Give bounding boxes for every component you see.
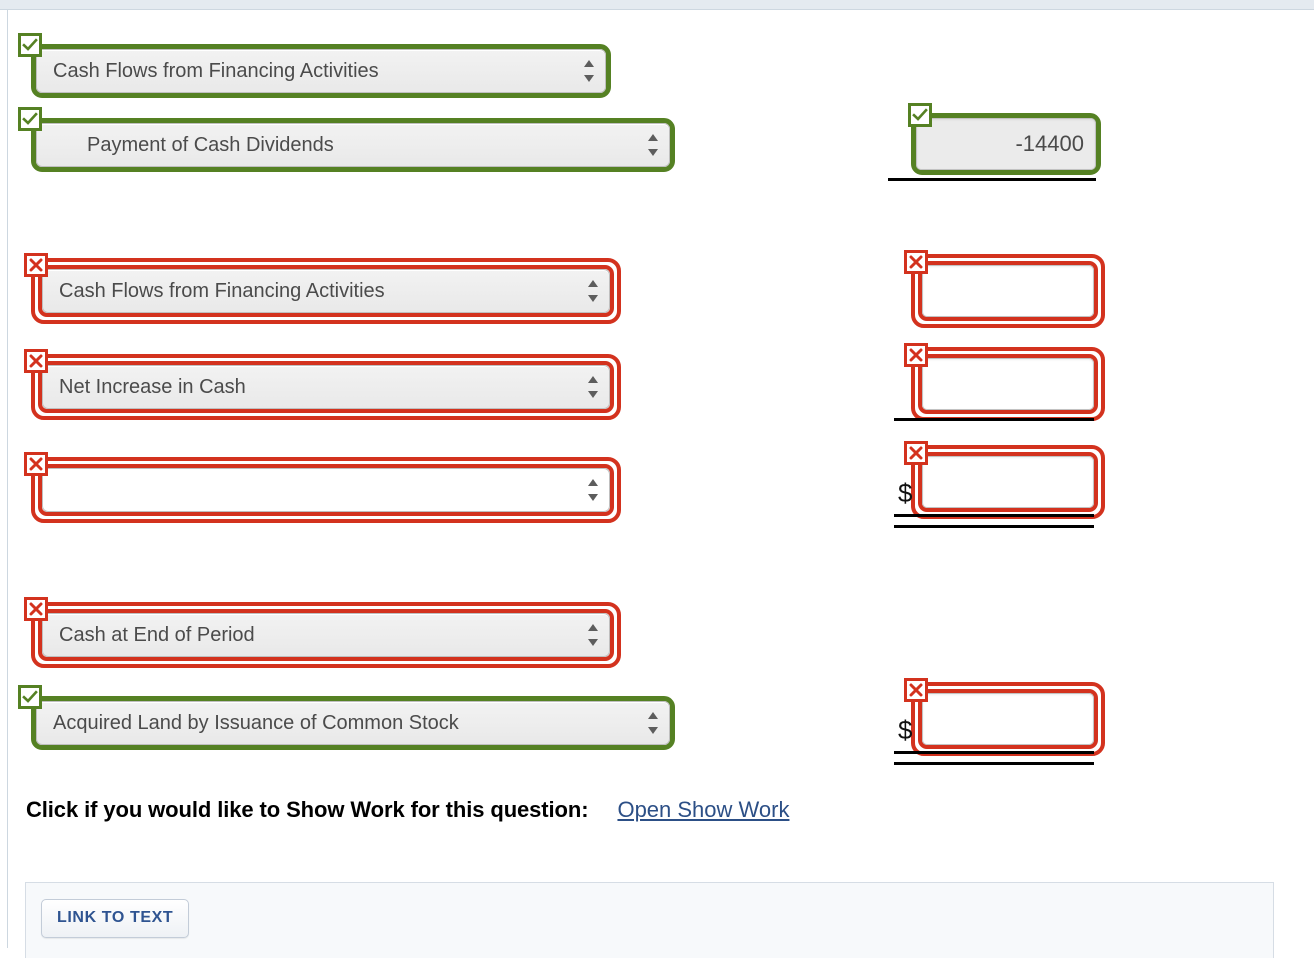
show-work-label: Click if you would like to Show Work for… <box>26 797 589 822</box>
row-payment-dividends-amount-input[interactable]: -14400 <box>916 118 1096 170</box>
open-show-work-link[interactable]: Open Show Work <box>617 797 789 823</box>
row-payment-dividends-select-value: Payment of Cash Dividends <box>87 133 334 156</box>
row-blank-select-total-double-rule <box>894 514 1094 528</box>
cross-icon <box>24 597 48 621</box>
select-spinner-arrows-icon[interactable] <box>587 280 598 302</box>
check-icon <box>18 685 42 709</box>
select-spinner-arrows-icon[interactable] <box>647 712 658 734</box>
row-acquired-land-total-double-rule <box>894 751 1094 765</box>
row-blank-select-select[interactable] <box>42 468 610 512</box>
cross-icon <box>24 452 48 476</box>
cross-icon <box>904 678 928 702</box>
check-icon <box>18 107 42 131</box>
row-financing-header-select-value: Cash Flows from Financing Activities <box>53 59 379 82</box>
cross-icon <box>904 343 928 367</box>
row-payment-dividends-subtotal-rule <box>888 178 1096 181</box>
row-net-cash-financing-amount-input[interactable] <box>922 265 1094 317</box>
row-net-increase-cash-select-value: Net Increase in Cash <box>59 375 246 398</box>
select-spinner-arrows-icon[interactable] <box>587 479 598 501</box>
bottom-toolbar-panel: LINK TO TEXT <box>25 882 1274 958</box>
row-net-cash-financing-select-value: Cash Flows from Financing Activities <box>59 279 385 302</box>
row-acquired-land-select-value: Acquired Land by Issuance of Common Stoc… <box>53 711 459 734</box>
row-cash-end-period-select[interactable]: Cash at End of Period <box>42 613 610 657</box>
row-net-increase-cash-amount-input[interactable] <box>922 358 1094 410</box>
row-financing-header-select[interactable]: Cash Flows from Financing Activities <box>36 49 606 93</box>
row-acquired-land-currency-symbol: $ <box>898 715 913 745</box>
link-to-text-button[interactable]: LINK TO TEXT <box>41 899 190 938</box>
row-net-cash-financing-select[interactable]: Cash Flows from Financing Activities <box>42 269 610 313</box>
select-spinner-arrows-icon[interactable] <box>583 60 594 82</box>
check-icon <box>18 33 42 57</box>
row-blank-select-amount-input[interactable] <box>922 456 1094 508</box>
row-payment-dividends-select[interactable]: Payment of Cash Dividends <box>36 123 670 167</box>
window-top-strip <box>0 0 1314 10</box>
row-payment-dividends-amount-value: -14400 <box>1015 131 1084 156</box>
select-spinner-arrows-icon[interactable] <box>647 134 658 156</box>
row-acquired-land-select[interactable]: Acquired Land by Issuance of Common Stoc… <box>36 701 670 745</box>
row-blank-select-currency-symbol: $ <box>898 478 913 508</box>
row-net-increase-cash-subtotal-rule <box>894 418 1094 421</box>
select-spinner-arrows-icon[interactable] <box>587 624 598 646</box>
cross-icon <box>24 349 48 373</box>
cross-icon <box>24 253 48 277</box>
answer-form-canvas: Cash Flows from Financing Activities Paym… <box>0 10 1314 958</box>
row-acquired-land-amount-input[interactable] <box>922 693 1094 745</box>
check-icon <box>908 103 932 127</box>
row-cash-end-period-select-value: Cash at End of Period <box>59 623 255 646</box>
show-work-row: Click if you would like to Show Work for… <box>26 797 789 823</box>
row-net-increase-cash-select[interactable]: Net Increase in Cash <box>42 365 610 409</box>
cross-icon <box>904 250 928 274</box>
select-spinner-arrows-icon[interactable] <box>587 376 598 398</box>
cross-icon <box>904 441 928 465</box>
